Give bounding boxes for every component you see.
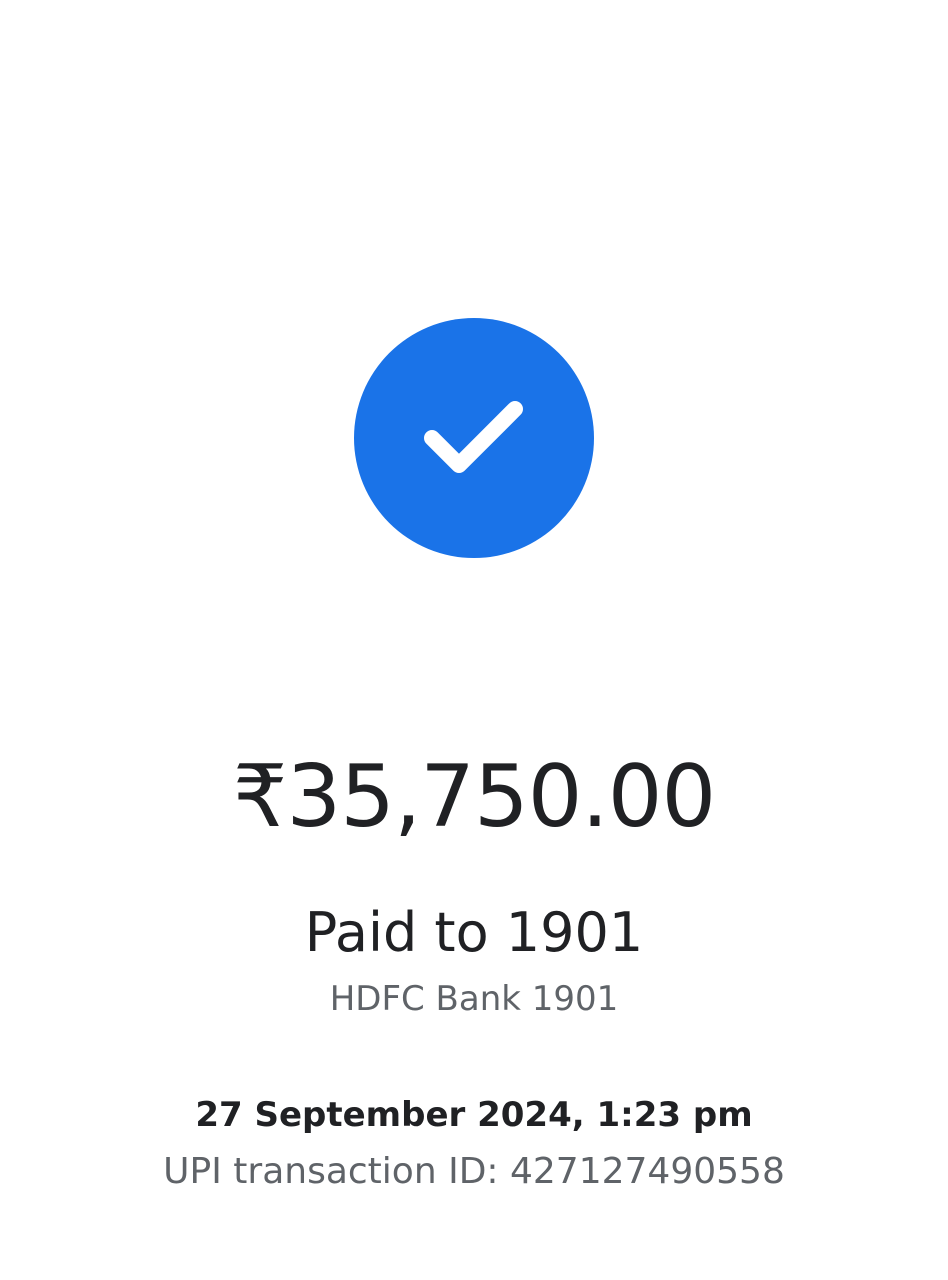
payee-bank: HDFC Bank 1901 [329,979,619,1019]
transaction-datetime: 27 September 2024, 1:23 pm [195,1095,753,1135]
checkmark-icon [424,401,523,473]
upi-transaction-id: UPI transaction ID: 427127490558 [163,1151,785,1192]
payee-title: Paid to 1901 [304,901,644,964]
payment-amount: ₹35,750.00 [232,747,716,847]
success-circle [354,318,594,558]
